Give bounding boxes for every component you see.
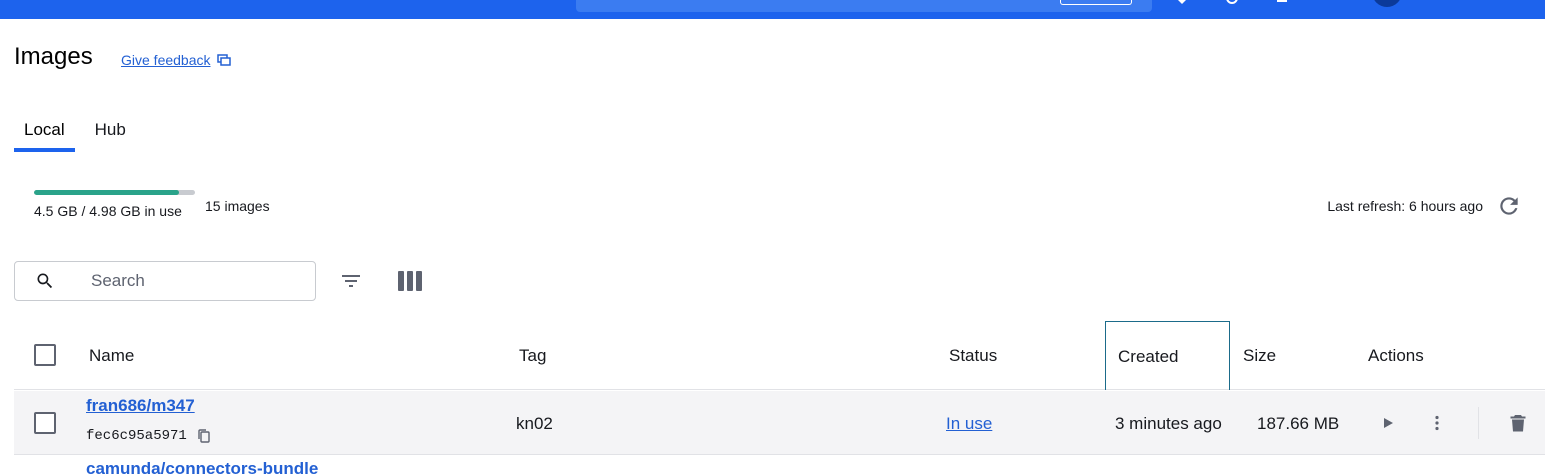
- give-feedback-label[interactable]: Give feedback: [121, 52, 211, 68]
- top-bar: [0, 0, 1545, 19]
- kebab-menu-icon: [1435, 415, 1439, 431]
- feedback-icon: [216, 54, 231, 66]
- column-header-size[interactable]: Size: [1243, 346, 1276, 366]
- disk-usage-fill: [34, 190, 180, 195]
- apps-grid-icon[interactable]: [1322, 0, 1338, 6]
- column-header-name[interactable]: Name: [89, 346, 134, 366]
- refresh-icon[interactable]: [1496, 193, 1522, 219]
- image-count: 15 images: [205, 198, 270, 214]
- global-search-bar[interactable]: [576, 0, 1152, 12]
- learning-icon[interactable]: [1224, 0, 1240, 6]
- copy-icon[interactable]: [196, 428, 212, 444]
- actions-divider: [1478, 407, 1479, 439]
- column-header-tag[interactable]: Tag: [519, 346, 546, 366]
- image-id: fec6c95a5971: [86, 428, 187, 444]
- disk-usage: 4.5 GB / 4.98 GB in use: [34, 190, 195, 219]
- column-header-status[interactable]: Status: [949, 346, 997, 366]
- image-tag: kn02: [516, 414, 553, 433]
- search-icon: [37, 273, 53, 289]
- filter-button[interactable]: [336, 266, 366, 296]
- settings-icon[interactable]: [1274, 0, 1290, 6]
- keyboard-shortcut-badge: [1060, 0, 1132, 5]
- row-checkbox[interactable]: [34, 412, 56, 434]
- select-all-checkbox[interactable]: [34, 344, 56, 366]
- columns-button[interactable]: [395, 266, 425, 296]
- column-header-actions: Actions: [1368, 346, 1424, 365]
- image-size: 187.66 MB: [1257, 414, 1340, 433]
- delete-button[interactable]: [1506, 411, 1530, 435]
- extensions-icon[interactable]: [1174, 0, 1190, 6]
- image-name-link[interactable]: camunda/connectors-bundle: [86, 459, 318, 474]
- user-avatar[interactable]: [1372, 0, 1402, 7]
- table-row[interactable]: fran686/m347 fec6c95a5971 kn02 In use 3 …: [14, 391, 1545, 455]
- window-minimize-icon[interactable]: [1500, 0, 1516, 6]
- search-input[interactable]: [91, 271, 291, 291]
- disk-usage-text: 4.5 GB / 4.98 GB in use: [34, 203, 182, 219]
- tab-hub[interactable]: Hub: [85, 112, 136, 151]
- image-created: 3 minutes ago: [1115, 414, 1222, 433]
- filter-icon: [342, 275, 360, 287]
- run-button[interactable]: [1376, 411, 1400, 435]
- play-icon: [1384, 418, 1393, 428]
- more-options-button[interactable]: [1425, 411, 1449, 435]
- page-title: Images: [14, 43, 93, 70]
- tab-local[interactable]: Local: [14, 112, 75, 152]
- image-search-box: [14, 261, 316, 301]
- disk-usage-bar: [34, 190, 195, 195]
- column-header-created[interactable]: Created: [1105, 321, 1230, 390]
- columns-icon: [398, 271, 422, 291]
- image-status-link[interactable]: In use: [946, 414, 992, 434]
- image-tabs: Local Hub: [14, 112, 146, 152]
- table-header: Name Tag Status Created Size Actions: [14, 321, 1545, 390]
- give-feedback-link[interactable]: Give feedback: [121, 52, 231, 68]
- last-refresh-text: Last refresh: 6 hours ago: [1327, 198, 1483, 214]
- trash-icon: [1510, 415, 1526, 432]
- image-name-link[interactable]: fran686/m347: [86, 396, 195, 416]
